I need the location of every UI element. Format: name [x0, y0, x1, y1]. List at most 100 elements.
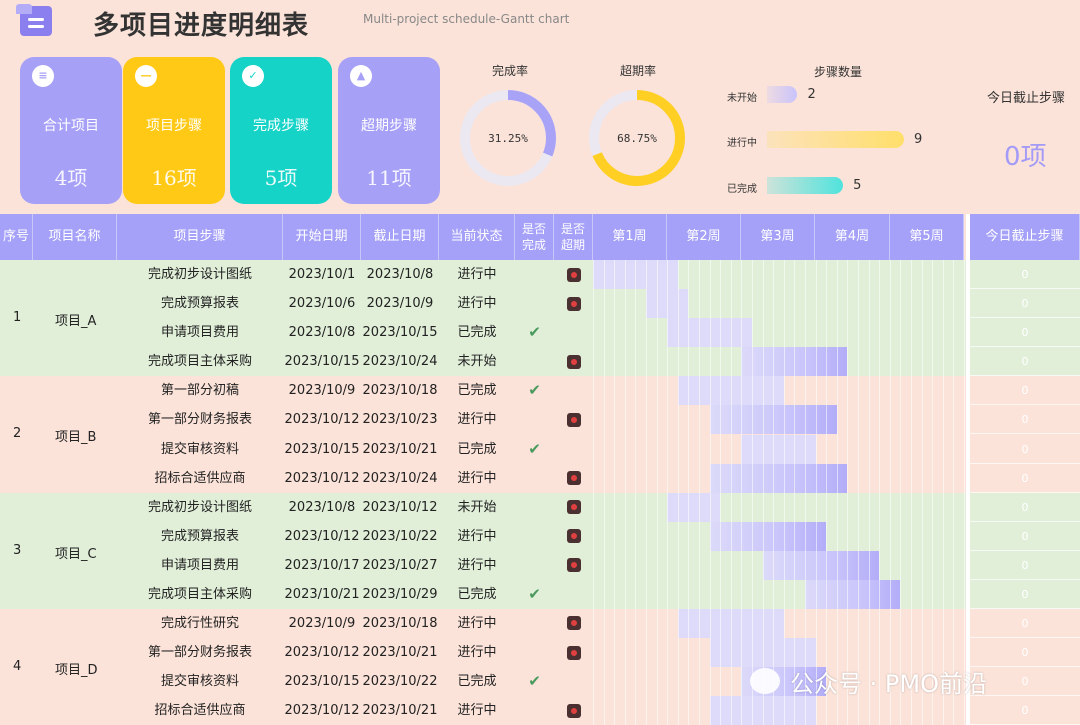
start-date: 2023/10/8: [288, 325, 356, 341]
gantt-day-gridline: [635, 260, 637, 725]
column-header-step[interactable]: 项目步骤: [117, 214, 283, 260]
end-date: 2023/10/12: [362, 499, 438, 515]
overdue-flag-icon: [554, 696, 593, 725]
end-date: 2023/10/9: [366, 296, 434, 312]
group-project-name: 项目_A: [55, 314, 97, 329]
status-text: 进行中: [457, 645, 497, 660]
gantt-day-gridline: [709, 260, 711, 725]
gantt-day-gridline: [699, 260, 700, 725]
today-deadline-value: 0项: [1004, 142, 1047, 172]
end-date: 2023/10/18: [362, 615, 438, 631]
gantt-day-gridline: [921, 260, 923, 725]
today-deadline-cell: 0: [970, 435, 1080, 464]
gantt-day-gridline: [836, 260, 838, 725]
step-name: 申请项目费用: [160, 557, 239, 573]
overdue-flag-icon: [554, 493, 593, 522]
end-date: 2023/10/18: [362, 383, 438, 399]
gantt-day-gridline: [953, 260, 955, 725]
start-date: 2023/10/6: [288, 296, 356, 312]
column-header-done[interactable]: 是否完成: [515, 214, 554, 260]
overdue-flag-icon: [554, 260, 593, 289]
steps-chart-title: 步骤数量: [814, 65, 863, 79]
overdue-rate-title: 超期率: [620, 64, 657, 78]
week-header: 第4周: [815, 214, 890, 260]
today-deadline-cell: 0: [970, 289, 1080, 319]
gantt-day-gridline: [614, 260, 616, 725]
column-header-end[interactable]: 截止日期: [361, 214, 439, 260]
status-text: 已完成: [457, 674, 497, 690]
status-text: 进行中: [457, 267, 497, 282]
gantt-day-gridline: [741, 260, 743, 725]
today-deadline-cell: 0: [970, 260, 1080, 289]
gantt-day-gridline: [889, 260, 891, 725]
gantt-day-gridline: [593, 260, 594, 725]
group-seq: 4: [13, 658, 22, 674]
today-deadline-cell: 0: [970, 376, 1080, 406]
column-header-start[interactable]: 开始日期: [283, 214, 361, 260]
gantt-day-gridline: [773, 260, 775, 725]
step-name: 第一部分财务报表: [147, 645, 252, 660]
overdue-flag-icon: [554, 347, 593, 376]
step-name: 提交审核资料: [160, 674, 239, 690]
donut-value: 31.25%: [488, 132, 528, 145]
status-text: 进行中: [457, 703, 497, 719]
column-header-today: 今日截止步骤: [970, 214, 1080, 260]
today-deadline-cell: 0: [970, 405, 1080, 435]
start-date: 2023/10/15: [284, 354, 360, 370]
done-check-icon: ✔: [528, 672, 541, 691]
gantt-day-gridline: [720, 260, 722, 725]
today-deadline-cell: 0: [970, 493, 1080, 522]
gantt-day-gridline: [911, 260, 912, 725]
status-text: 未开始: [457, 354, 497, 370]
completion-rate-title: 完成率: [492, 64, 529, 78]
gantt-day-gridline: [677, 260, 679, 725]
overdue-flag-icon: [554, 551, 593, 580]
gantt-bar: [805, 579, 901, 609]
today-column-divider: [966, 214, 970, 725]
step-name: 完成行性研究: [160, 615, 239, 631]
status-text: 已完成: [457, 325, 497, 341]
column-header-project[interactable]: 项目名称: [33, 214, 117, 260]
start-date: 2023/10/1: [288, 267, 356, 282]
overdue-flag-icon: [554, 464, 593, 493]
done-check-icon: ✔: [528, 439, 541, 458]
start-date: 2023/10/9: [288, 383, 356, 399]
step-name: 完成初步设计图纸: [147, 267, 252, 282]
today-deadline-cell: 0: [970, 551, 1080, 580]
gantt-day-gridline: [826, 260, 828, 725]
today-deadline-cell: 0: [970, 638, 1080, 667]
column-header-late[interactable]: 是否超期: [554, 214, 593, 260]
step-name: 提交审核资料: [160, 441, 239, 457]
group-seq: 1: [13, 310, 22, 325]
donut-charts: 31.25% 68.75%: [460, 90, 685, 186]
step-value: 9: [914, 132, 923, 147]
step-name: 申请项目费用: [160, 325, 239, 341]
week-header: 第5周: [890, 214, 964, 260]
column-header-status[interactable]: 当前状态: [439, 214, 515, 260]
status-text: 进行中: [457, 528, 497, 544]
today-deadline-cell: 0: [970, 696, 1080, 725]
donut-value: 68.75%: [617, 132, 657, 145]
gantt-day-gridline: [815, 260, 817, 725]
start-date: 2023/10/12: [284, 645, 360, 660]
end-date: 2023/10/24: [362, 354, 438, 370]
status-text: 进行中: [457, 412, 497, 428]
status-text: 进行中: [457, 615, 497, 631]
overdue-flag-icon: [554, 289, 593, 318]
end-date: 2023/10/21: [362, 703, 438, 719]
week-header: 第3周: [741, 214, 815, 260]
group-project-name: 项目_B: [55, 430, 97, 446]
step-bar: [767, 86, 798, 103]
gantt-bar: [762, 550, 880, 580]
step-name: 招标合适供应商: [154, 703, 246, 719]
start-date: 2023/10/8: [288, 499, 356, 515]
column-header-seq[interactable]: 序号: [0, 214, 33, 260]
gantt-day-gridline: [603, 260, 605, 725]
step-name: 完成项目主体采购: [147, 586, 252, 602]
gantt-day-gridline: [783, 260, 785, 725]
gantt-day-gridline: [932, 260, 934, 725]
start-date: 2023/10/12: [284, 703, 360, 719]
step-name: 招标合适供应商: [154, 470, 246, 486]
gantt-day-gridline: [667, 260, 669, 725]
wechat-icon: [750, 668, 780, 694]
